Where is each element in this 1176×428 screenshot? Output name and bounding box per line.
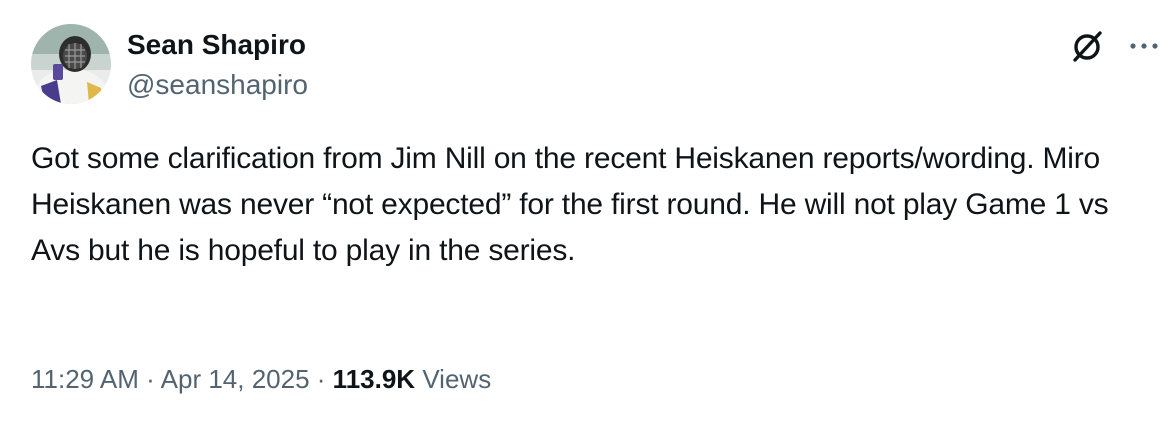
- more-icon[interactable]: [1124, 26, 1164, 66]
- goalie-mask-avatar-icon: [31, 24, 111, 104]
- views-label: Views: [422, 364, 492, 394]
- author-handle[interactable]: @seanshapiro: [127, 68, 308, 102]
- grok-icon[interactable]: [1068, 26, 1108, 66]
- meta-separator: ·: [146, 364, 155, 394]
- views-count: 113.9K: [332, 364, 416, 394]
- tweet-meta: 11:29 AM · Apr 14, 2025 · 113.9K Views: [31, 362, 491, 396]
- avatar[interactable]: [31, 24, 111, 104]
- tweet-time[interactable]: 11:29 AM: [31, 364, 139, 394]
- meta-separator: ·: [316, 364, 326, 394]
- tweet-date[interactable]: Apr 14, 2025: [161, 364, 310, 394]
- tweet-text: Got some clarification from Jim Nill on …: [31, 142, 1109, 267]
- author-display-name[interactable]: Sean Shapiro: [127, 28, 306, 62]
- tweet-card: Sean Shapiro @seanshapiro Got some clari…: [0, 0, 1176, 428]
